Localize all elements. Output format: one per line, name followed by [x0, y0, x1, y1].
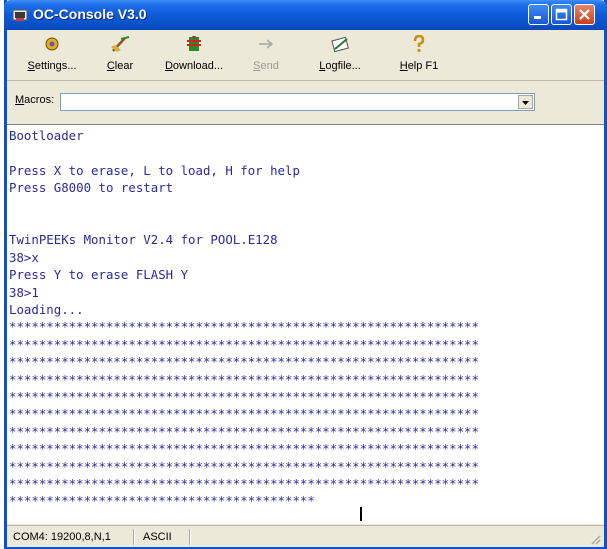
- console-line: 38>1: [9, 284, 39, 300]
- text-cursor: [360, 507, 362, 521]
- console-line: Press Y to erase FLASH Y: [9, 267, 189, 283]
- help-icon: [413, 35, 425, 53]
- status-port: COM4: 19200,8,N,1: [13, 531, 111, 543]
- console-line: ****************************************…: [9, 423, 479, 439]
- logfile-button[interactable]: Logfile...: [305, 30, 375, 80]
- download-icon: [187, 36, 201, 51]
- clear-icon: [111, 36, 130, 52]
- clear-button[interactable]: Clear: [85, 30, 155, 80]
- app-window: OC-Console V3.0 Settings... Clear Downlo…: [4, 0, 607, 549]
- console-line: Loading...: [9, 302, 84, 317]
- console-line: ****************************************…: [9, 371, 479, 387]
- download-accel: D: [164, 60, 173, 72]
- macros-bar: Macros:: [7, 83, 604, 123]
- app-icon: [12, 9, 28, 21]
- console-line: ****************************************…: [9, 441, 479, 457]
- help-button[interactable]: Help F1: [384, 30, 454, 80]
- logfile-label: ogfile...: [325, 60, 361, 72]
- minimize-button[interactable]: [528, 4, 549, 25]
- console-line: ****************************************…: [9, 319, 479, 335]
- settings-icon: [45, 37, 59, 51]
- maximize-button[interactable]: [551, 4, 572, 25]
- title-bar[interactable]: OC-Console V3.0: [4, 0, 607, 30]
- console-line: Press G8000 to restart: [9, 180, 174, 196]
- status-bar: COM4: 19200,8,N,1 ASCII: [7, 525, 604, 547]
- settings-label: ettings...: [34, 60, 77, 72]
- console-line: ****************************************…: [9, 336, 479, 352]
- console-line: Press X to erase, L to load, H for help: [9, 162, 300, 178]
- send-icon: [259, 39, 274, 49]
- status-mode: ASCII: [143, 531, 172, 543]
- help-accel: H: [399, 60, 408, 72]
- download-label: ownload...: [172, 60, 224, 72]
- minimize-icon: [534, 16, 541, 19]
- macros-combobox[interactable]: [60, 93, 535, 111]
- chevron-down-icon: [522, 101, 529, 105]
- status-divider: [189, 529, 191, 545]
- send-label: end: [260, 60, 279, 72]
- console-line: ****************************************…: [9, 458, 479, 474]
- console-line: ****************************************…: [9, 493, 315, 509]
- close-button[interactable]: [574, 4, 595, 25]
- macros-dropdown-button[interactable]: [518, 95, 533, 109]
- console-line: TwinPEEKs Monitor V2.4 for POOL.E128: [9, 232, 278, 248]
- window-title: OC-Console V3.0: [33, 6, 147, 22]
- settings-button[interactable]: Settings...: [17, 30, 87, 80]
- send-button[interactable]: Send: [231, 30, 301, 80]
- console-line: ****************************************…: [9, 406, 479, 422]
- settings-accel: S: [27, 60, 35, 72]
- console-output[interactable]: Bootloader Press X to erase, L to load, H…: [7, 124, 604, 524]
- status-divider: [133, 529, 135, 545]
- macros-label: Macros:: [15, 94, 55, 106]
- console-line: ****************************************…: [9, 354, 479, 370]
- resize-grip-icon[interactable]: [589, 533, 601, 545]
- console-line: ****************************************…: [9, 389, 479, 404]
- maximize-icon: [555, 8, 568, 21]
- toolbar: Settings... Clear Download... Send Logfi…: [7, 30, 604, 81]
- download-button[interactable]: Download...: [159, 30, 229, 80]
- close-icon: [579, 9, 590, 20]
- console-line: ****************************************…: [9, 476, 479, 491]
- clear-accel: C: [106, 60, 115, 72]
- console-line: 38>x: [9, 249, 39, 265]
- help-label: elp F1: [407, 60, 439, 72]
- clear-label: lear: [114, 60, 134, 72]
- logfile-icon: [331, 36, 349, 53]
- console-line: Bootloader: [9, 128, 84, 143]
